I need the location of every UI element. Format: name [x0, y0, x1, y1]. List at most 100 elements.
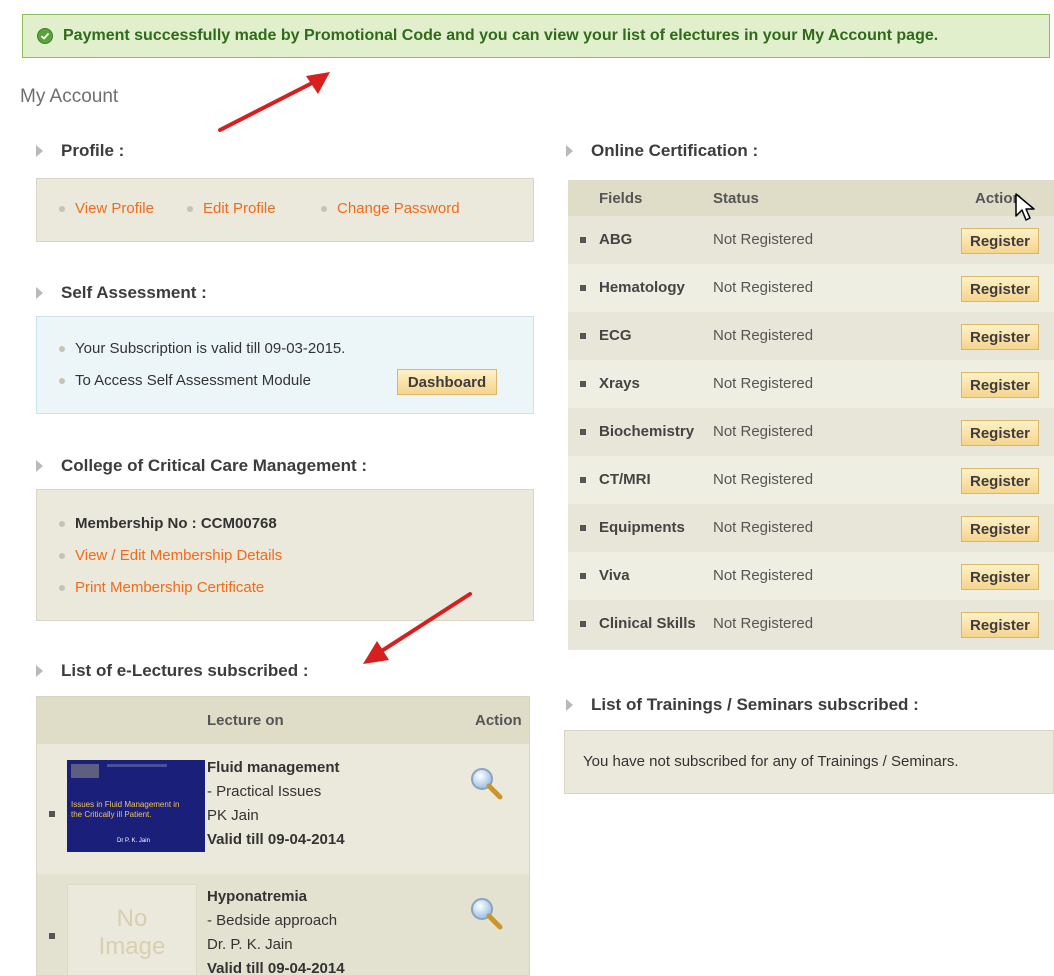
- check-circle-icon: [37, 28, 53, 44]
- certification-title: Online Certification :: [591, 141, 759, 160]
- change-password-link[interactable]: Change Password: [321, 200, 460, 218]
- edit-membership-link[interactable]: View / Edit Membership Details: [59, 547, 282, 565]
- section-triangle-icon: [36, 665, 43, 677]
- lecture-row: No Image Hyponatremia - Bedside approach…: [37, 874, 529, 976]
- row-bullet: [580, 381, 586, 387]
- certification-table: Fields Status Action ABG Not Registered Re…: [568, 180, 1054, 650]
- row-bullet: [49, 933, 55, 939]
- register-button[interactable]: Register: [961, 324, 1039, 350]
- row-bullet: [49, 811, 55, 817]
- field-name: Hematology: [599, 279, 685, 296]
- red-arrow: [218, 72, 330, 132]
- membership-number: Membership No : CCM00768: [59, 515, 277, 533]
- dashboard-button[interactable]: Dashboard: [397, 369, 497, 395]
- lecture-thumbnail[interactable]: Issues in Fluid Management in the Critic…: [67, 760, 205, 852]
- access-module-text: To Access Self Assessment Module: [59, 372, 311, 390]
- self-assessment-panel: Your Subscription is valid till 09-03-20…: [36, 316, 534, 414]
- register-button[interactable]: Register: [961, 468, 1039, 494]
- field-name: ABG: [599, 231, 633, 248]
- trainings-title: List of Trainings / Seminars subscribed …: [591, 695, 919, 714]
- magnifier-icon[interactable]: [467, 894, 507, 939]
- lectures-heading: List of e-Lectures subscribed :: [36, 661, 309, 681]
- certification-row: Viva Not Registered Register: [568, 552, 1054, 600]
- registration-status: Not Registered: [713, 615, 814, 632]
- field-name: Viva: [599, 567, 630, 584]
- trainings-heading: List of Trainings / Seminars subscribed …: [566, 695, 919, 715]
- lecture-author: PK Jain: [207, 807, 259, 824]
- registration-status: Not Registered: [713, 375, 814, 392]
- edit-profile-link[interactable]: Edit Profile: [187, 200, 276, 218]
- certification-table-header: Fields Status Action: [568, 180, 1054, 216]
- profile-title: Profile :: [61, 141, 125, 160]
- certification-row: Hematology Not Registered Register: [568, 264, 1054, 312]
- field-name: Xrays: [599, 375, 640, 392]
- row-bullet: [580, 429, 586, 435]
- section-triangle-icon: [566, 699, 573, 711]
- certification-row: ABG Not Registered Register: [568, 216, 1054, 264]
- registration-status: Not Registered: [713, 519, 814, 536]
- lecture-author: Dr. P. K. Jain: [207, 936, 293, 953]
- certification-row: CT/MRI Not Registered Register: [568, 456, 1054, 504]
- lecture-subtitle: - Bedside approach: [207, 912, 338, 929]
- row-bullet: [580, 621, 586, 627]
- registration-status: Not Registered: [713, 567, 814, 584]
- lecture-subtitle: - Practical Issues: [207, 783, 322, 800]
- lecture-validity: Valid till 09-04-2014: [207, 831, 345, 848]
- row-bullet: [580, 237, 586, 243]
- red-arrow: [363, 592, 472, 664]
- register-button[interactable]: Register: [961, 612, 1039, 638]
- section-triangle-icon: [36, 460, 43, 472]
- row-bullet: [580, 333, 586, 339]
- certification-row: Xrays Not Registered Register: [568, 360, 1054, 408]
- field-name: CT/MRI: [599, 471, 651, 488]
- col-action: Action: [475, 712, 522, 729]
- field-name: Equipments: [599, 519, 685, 536]
- col-fields: Fields: [599, 190, 643, 207]
- profile-heading: Profile :: [36, 141, 124, 161]
- row-bullet: [580, 525, 586, 531]
- lectures-table-header: Lecture on Action: [37, 697, 529, 744]
- certification-heading: Online Certification :: [566, 141, 758, 161]
- row-bullet: [580, 573, 586, 579]
- certification-row: ECG Not Registered Register: [568, 312, 1054, 360]
- register-button[interactable]: Register: [961, 420, 1039, 446]
- col-lecture-on: Lecture on: [207, 712, 284, 729]
- lecture-title: Fluid management: [207, 759, 340, 776]
- field-name: Biochemistry: [599, 423, 695, 440]
- self-assessment-heading: Self Assessment :: [36, 283, 207, 303]
- registration-status: Not Registered: [713, 279, 814, 296]
- certification-row: Biochemistry Not Registered Register: [568, 408, 1054, 456]
- register-button[interactable]: Register: [961, 372, 1039, 398]
- registration-status: Not Registered: [713, 327, 814, 344]
- registration-status: Not Registered: [713, 471, 814, 488]
- section-triangle-icon: [566, 145, 573, 157]
- col-status: Status: [713, 190, 759, 207]
- lectures-title: List of e-Lectures subscribed :: [61, 661, 309, 680]
- print-certificate-link[interactable]: Print Membership Certificate: [59, 579, 264, 597]
- register-button[interactable]: Register: [961, 564, 1039, 590]
- section-triangle-icon: [36, 145, 43, 157]
- certification-row: Equipments Not Registered Register: [568, 504, 1054, 552]
- lectures-table: Lecture on Action Issues in Fluid Manage…: [36, 696, 530, 976]
- magnifier-icon[interactable]: [467, 764, 507, 809]
- registration-status: Not Registered: [713, 231, 814, 248]
- certification-row: Clinical Skills Not Registered Register: [568, 600, 1054, 648]
- lecture-title: Hyponatremia: [207, 888, 308, 905]
- registration-status: Not Registered: [713, 423, 814, 440]
- register-button[interactable]: Register: [961, 276, 1039, 302]
- register-button[interactable]: Register: [961, 516, 1039, 542]
- subscription-validity: Your Subscription is valid till 09-03-20…: [59, 340, 345, 358]
- view-profile-link[interactable]: View Profile: [59, 200, 154, 218]
- self-assessment-title: Self Assessment :: [61, 283, 207, 302]
- no-image-placeholder: No Image: [67, 884, 197, 975]
- success-banner: Payment successfully made by Promotional…: [22, 14, 1050, 58]
- register-button[interactable]: Register: [961, 228, 1039, 254]
- trainings-panel: You have not subscribed for any of Train…: [564, 730, 1054, 794]
- row-bullet: [580, 477, 586, 483]
- lecture-validity: Valid till 09-04-2014: [207, 960, 345, 976]
- profile-panel: View Profile Edit Profile Change Passwor…: [36, 178, 534, 242]
- college-heading: College of Critical Care Management :: [36, 456, 367, 476]
- field-name: ECG: [599, 327, 632, 344]
- college-title: College of Critical Care Management :: [61, 456, 368, 475]
- section-triangle-icon: [36, 287, 43, 299]
